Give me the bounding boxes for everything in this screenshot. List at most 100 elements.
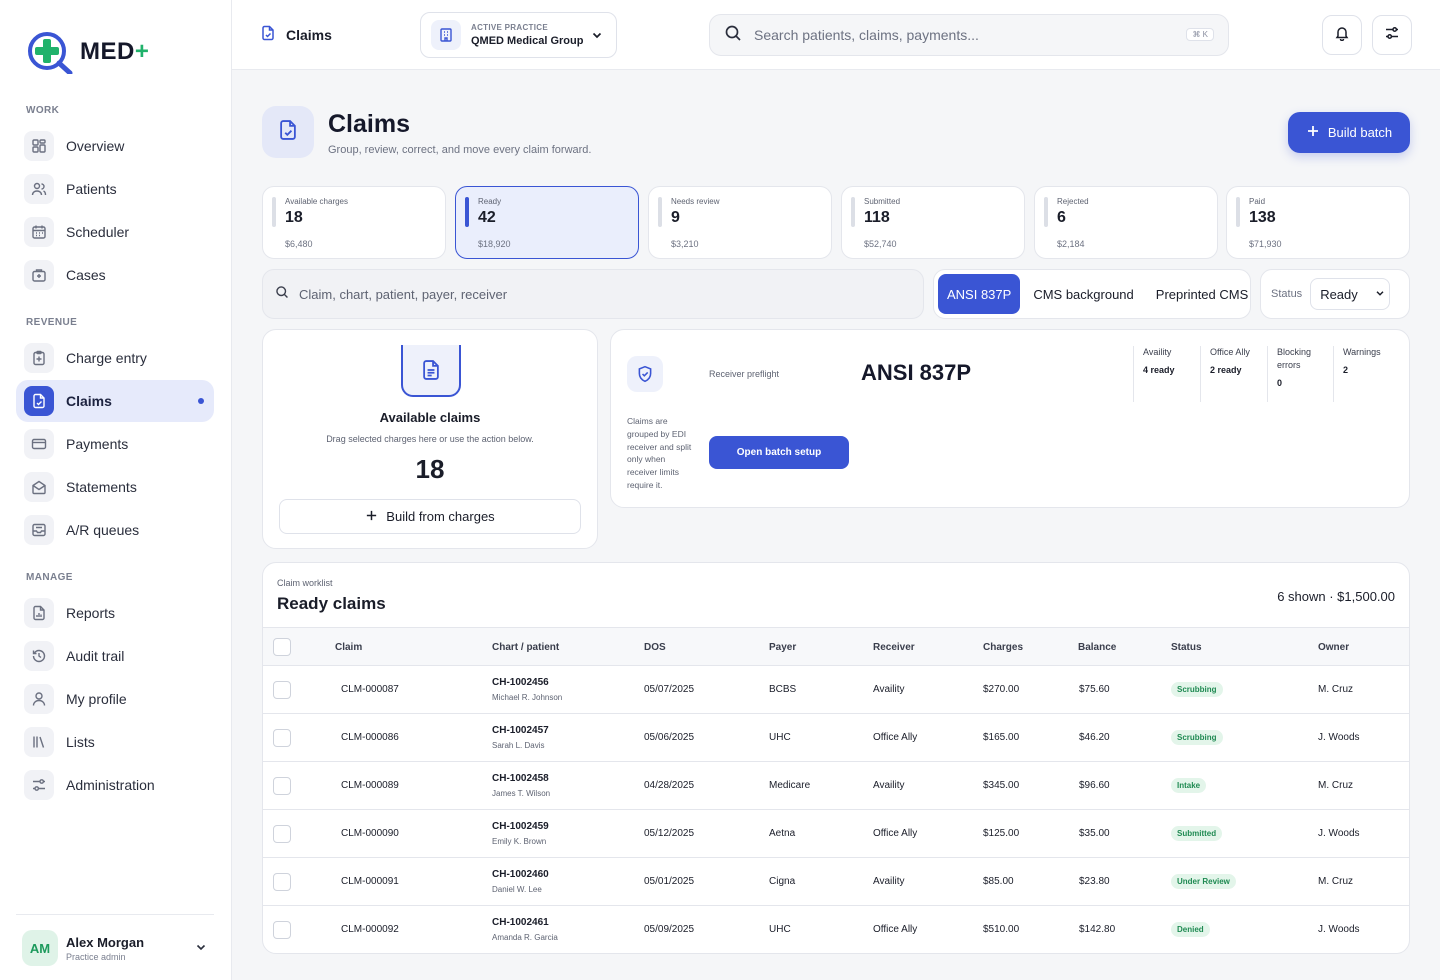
balance: $142.80 — [1079, 924, 1116, 935]
stat-indicator — [272, 197, 276, 227]
plus-icon — [1306, 124, 1320, 141]
available-claims-title: Available claims — [379, 410, 481, 425]
med-logo-icon — [26, 30, 74, 76]
build-from-charges-button[interactable]: Build from charges — [279, 499, 581, 534]
payer: UHC — [769, 732, 791, 743]
column-header-charges[interactable]: Charges — [983, 642, 1023, 653]
row-checkbox[interactable] — [273, 681, 291, 699]
payer: Medicare — [769, 780, 811, 791]
file-check-icon — [24, 386, 54, 416]
row-checkbox[interactable] — [273, 873, 291, 891]
stat-card-available-charges[interactable]: Available charges 18 $6,480 — [262, 186, 446, 259]
stat-value: 6 — [1057, 209, 1066, 226]
chart-number: CH-1002456 — [492, 677, 549, 688]
stat-card-submitted[interactable]: Submitted 118 $52,740 — [841, 186, 1025, 259]
claim-search-input[interactable] — [299, 286, 899, 302]
date-of-service: 05/07/2025 — [644, 684, 695, 695]
column-header-claim[interactable]: Claim — [335, 642, 362, 653]
table-row[interactable]: CLM-000089 CH-1002458 James T. Wilson 04… — [263, 762, 1409, 810]
status-badge: Denied — [1171, 922, 1210, 937]
stat-card-needs-review[interactable]: Needs review 9 $3,210 — [648, 186, 832, 259]
owner: J. Woods — [1318, 732, 1360, 743]
sidebar-item-reports[interactable]: Reports — [16, 592, 214, 634]
envelope-open-icon — [24, 472, 54, 502]
column-header-owner[interactable]: Owner — [1318, 642, 1349, 653]
sidebar-item-claims[interactable]: Claims — [16, 380, 214, 422]
stat-amount: $71,930 — [1249, 239, 1282, 249]
sidebar-item-lists[interactable]: Lists — [16, 721, 214, 763]
practice-selector[interactable]: ACTIVE PRACTICE QMED Medical Group — [420, 12, 617, 58]
column-header-balance[interactable]: Balance — [1078, 642, 1116, 653]
status-badge: Intake — [1171, 778, 1207, 793]
metric-value: 2 ready — [1210, 365, 1242, 376]
stat-card-ready[interactable]: Ready 42 $18,920 — [455, 186, 639, 259]
search-icon — [724, 24, 742, 47]
metric-label: Warnings — [1343, 347, 1381, 357]
claim-id: CLM-000091 — [341, 876, 399, 887]
column-header-dos[interactable]: DOS — [644, 642, 666, 653]
date-of-service: 05/06/2025 — [644, 732, 695, 743]
format-option-ansi-837p[interactable]: ANSI 837P — [938, 274, 1021, 314]
stat-label: Available charges — [285, 197, 349, 206]
status-select[interactable]: Ready — [1310, 278, 1391, 310]
shield-check-icon — [627, 356, 663, 392]
sidebar-item-audit-trail[interactable]: Audit trail — [16, 635, 214, 677]
sidebar-item-charge-entry[interactable]: Charge entry — [16, 337, 214, 379]
stat-label: Submitted — [864, 197, 901, 206]
charges: $270.00 — [983, 684, 1020, 695]
row-checkbox[interactable] — [273, 729, 291, 747]
select-all-checkbox[interactable] — [273, 638, 291, 656]
column-header-receiver[interactable]: Receiver — [873, 642, 915, 653]
patient-name: Michael R. Johnson — [492, 693, 563, 702]
settings-button[interactable] — [1372, 15, 1412, 55]
row-checkbox[interactable] — [273, 825, 291, 843]
column-header-payer[interactable]: Payer — [769, 642, 796, 653]
row-checkbox[interactable] — [273, 777, 291, 795]
global-search-input[interactable] — [754, 27, 1174, 43]
row-checkbox[interactable] — [273, 921, 291, 939]
stat-card-rejected[interactable]: Rejected 6 $2,184 — [1034, 186, 1218, 259]
app-logo[interactable]: MED+ — [26, 30, 149, 76]
chevron-down-icon — [590, 28, 604, 47]
available-claims-card: Available claims Drag selected charges h… — [262, 329, 598, 549]
format-option-preprinted-cms[interactable]: Preprinted CMS — [1147, 274, 1257, 314]
table-row[interactable]: CLM-000086 CH-1002457 Sarah L. Davis 05/… — [263, 714, 1409, 762]
date-of-service: 05/12/2025 — [644, 828, 695, 839]
practice-label: ACTIVE PRACTICE — [471, 23, 548, 32]
sidebar-item-administration[interactable]: Administration — [16, 764, 214, 806]
sidebar-item-statements[interactable]: Statements — [16, 466, 214, 508]
stat-card-paid[interactable]: Paid 138 $71,930 — [1226, 186, 1410, 259]
table-row[interactable]: CLM-000091 CH-1002460 Daniel W. Lee 05/0… — [263, 858, 1409, 906]
notifications-button[interactable] — [1322, 15, 1362, 55]
nav-section-revenue: REVENUE — [26, 317, 78, 328]
sidebar-item-overview[interactable]: Overview — [16, 125, 214, 167]
user-menu[interactable]: AM Alex Morgan Practice admin — [22, 928, 214, 968]
owner: M. Cruz — [1318, 876, 1353, 887]
sidebar-item-patients[interactable]: Patients — [16, 168, 214, 210]
sidebar-item-my-profile[interactable]: My profile — [16, 678, 214, 720]
charges: $85.00 — [983, 876, 1014, 887]
column-header-status[interactable]: Status — [1171, 642, 1202, 653]
format-option-cms-background[interactable]: CMS background — [1024, 274, 1142, 314]
stat-amount: $18,920 — [478, 239, 511, 249]
sidebar-item-cases[interactable]: Cases — [16, 254, 214, 296]
receiver: Availity — [873, 780, 905, 791]
build-batch-button[interactable]: Build batch — [1288, 112, 1410, 153]
sidebar-item-scheduler[interactable]: Scheduler — [16, 211, 214, 253]
claim-id: CLM-000089 — [341, 780, 399, 791]
sidebar-item-payments[interactable]: Payments — [16, 423, 214, 465]
table-row[interactable]: CLM-000090 CH-1002459 Emily K. Brown 05/… — [263, 810, 1409, 858]
metric-label: Blocking errors — [1277, 347, 1312, 371]
metric-availity: Availity 4 ready — [1133, 346, 1195, 402]
claim-worklist: Claim worklist Ready claims 6 shown · $1… — [262, 562, 1410, 954]
claim-search — [262, 269, 924, 319]
column-header-chart-patient[interactable]: Chart / patient — [492, 642, 559, 653]
table-row[interactable]: CLM-000092 CH-1002461 Amanda R. Garcia 0… — [263, 906, 1409, 953]
sidebar-item-ar-queues[interactable]: A/R queues — [16, 509, 214, 551]
owner: J. Woods — [1318, 924, 1360, 935]
stat-amount: $2,184 — [1057, 239, 1085, 249]
open-batch-setup-button[interactable]: Open batch setup — [709, 436, 849, 469]
worklist-summary: 6 shown · $1,500.00 — [1277, 589, 1395, 604]
patient-name: James T. Wilson — [492, 789, 551, 798]
table-row[interactable]: CLM-000087 CH-1002456 Michael R. Johnson… — [263, 666, 1409, 714]
